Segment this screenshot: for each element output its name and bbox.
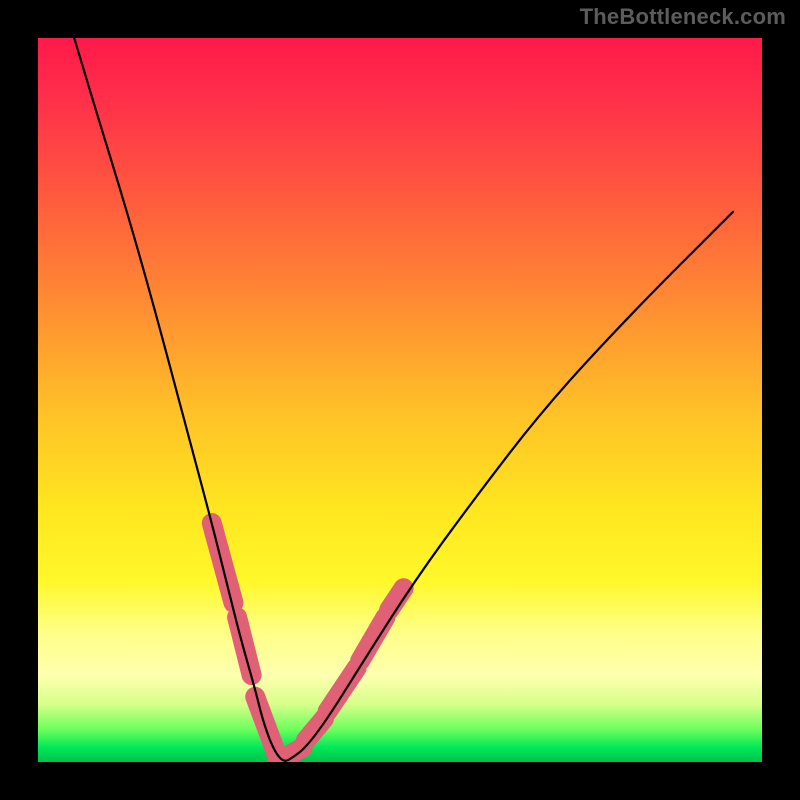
highlight-band-segment [389,588,404,610]
watermark-text: TheBottleneck.com [580,4,786,30]
highlight-band-segment [360,617,385,660]
curve-layer [38,38,762,762]
highlight-band-segment [328,668,357,711]
chart-frame: TheBottleneck.com [0,0,800,800]
plot-area [38,38,762,762]
bottleneck-curve [74,38,733,761]
